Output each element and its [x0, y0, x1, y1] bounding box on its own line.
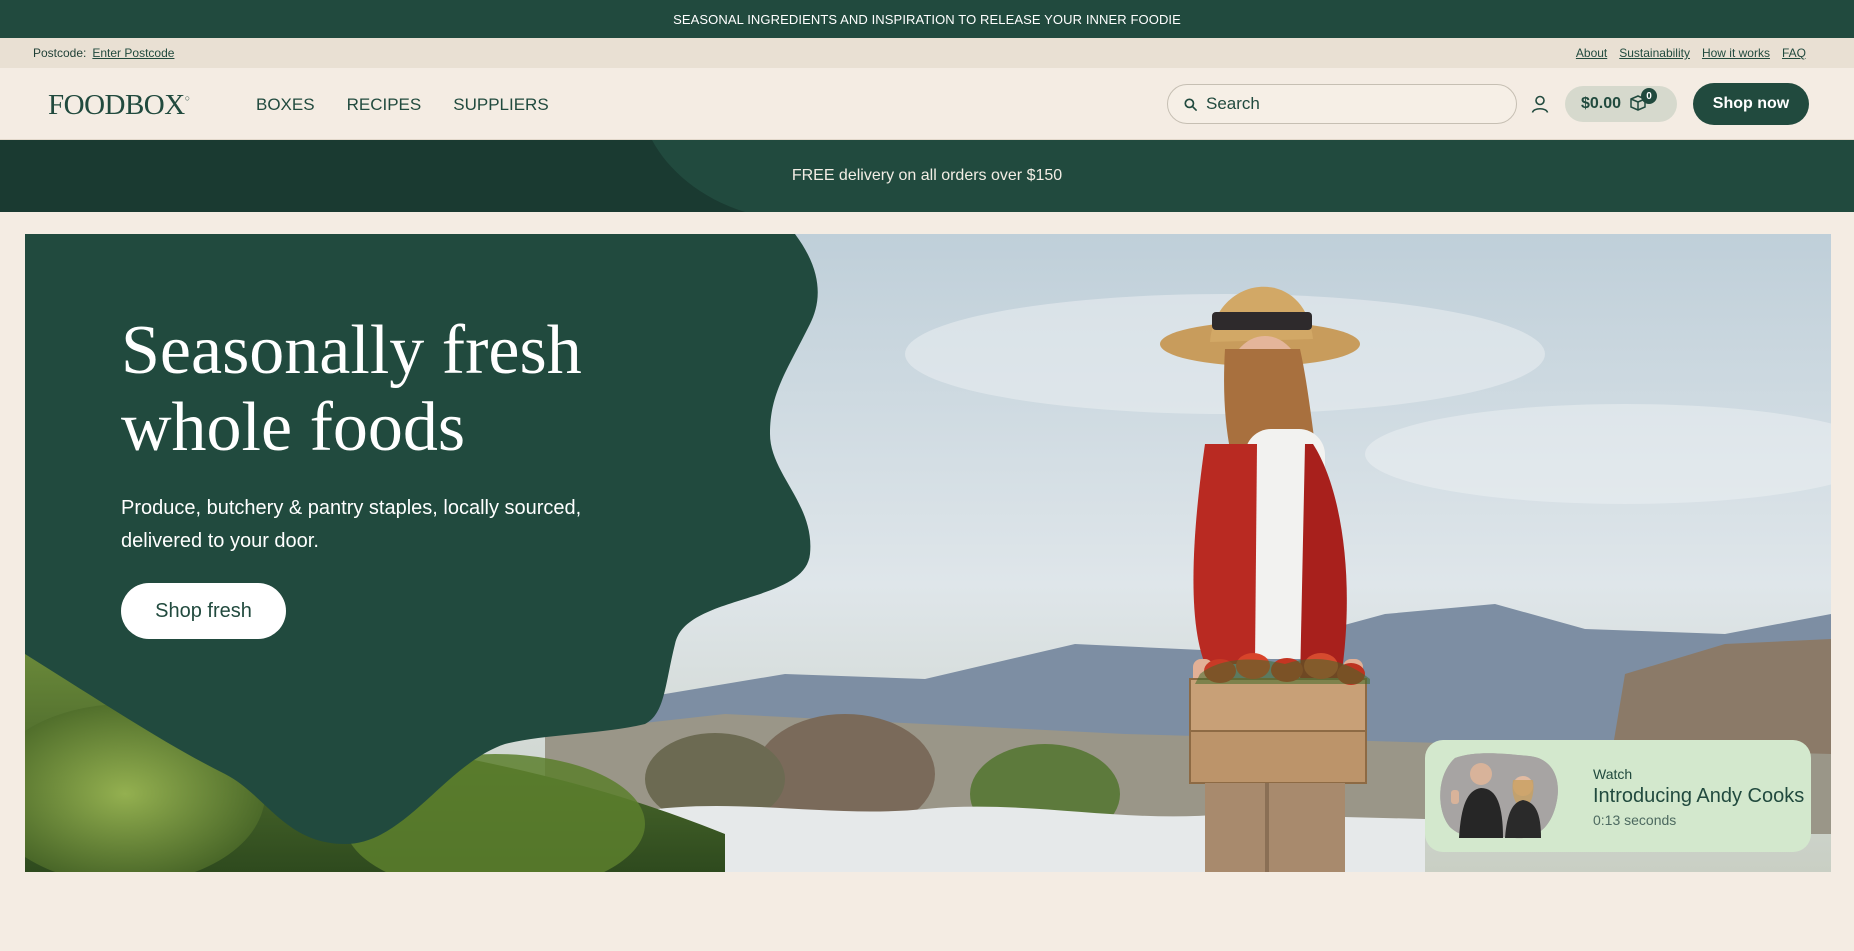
main-navigation: FOODBOX○ BOXES RECIPES SUPPLIERS $0.00 0… — [0, 68, 1854, 140]
hero-subtitle-line-2: delivered to your door. — [121, 530, 319, 552]
cart-count-badge: 0 — [1641, 88, 1658, 104]
announcement-text: SEASONAL INGREDIENTS AND INSPIRATION TO … — [673, 11, 1181, 27]
cart-total: $0.00 — [1581, 95, 1622, 112]
announcement-bar: SEASONAL INGREDIENTS AND INSPIRATION TO … — [0, 0, 1854, 38]
video-card[interactable]: Watch Introducing Andy Cooks 0:13 second… — [1425, 740, 1811, 852]
hero-title-line-2: whole foods — [121, 389, 466, 466]
video-eyebrow: Watch — [1593, 766, 1633, 782]
cart-button[interactable]: $0.00 0 — [1565, 86, 1677, 122]
shop-fresh-button[interactable]: Shop fresh — [121, 583, 286, 639]
how-it-works-link[interactable]: How it works — [1702, 46, 1770, 60]
enter-postcode-link[interactable]: Enter Postcode — [92, 46, 174, 60]
about-link[interactable]: About — [1576, 46, 1607, 60]
hero-title-line-1: Seasonally fresh — [121, 312, 582, 389]
search-input[interactable] — [1206, 94, 1486, 114]
banner-wave-shape — [0, 140, 745, 212]
video-text: Watch Introducing Andy Cooks 0:13 second… — [1593, 766, 1804, 828]
hero-title: Seasonally fresh whole foods — [121, 312, 681, 466]
faq-link[interactable]: FAQ — [1782, 46, 1806, 60]
account-icon[interactable] — [1530, 94, 1550, 114]
hero-section: Seasonally fresh whole foods Produce, bu… — [25, 234, 1831, 872]
postcode-label: Postcode: — [33, 46, 87, 60]
box-icon: 0 — [1629, 88, 1658, 114]
logo-text: FOODBOX — [48, 89, 185, 121]
hero-subtitle-line-1: Produce, butchery & pantry staples, loca… — [121, 497, 582, 519]
delivery-banner: FREE delivery on all orders over $150 — [0, 140, 1854, 212]
primary-nav: BOXES RECIPES SUPPLIERS — [256, 95, 549, 115]
video-duration: 0:13 seconds — [1593, 812, 1677, 828]
sustainability-link[interactable]: Sustainability — [1619, 46, 1690, 60]
shop-now-button[interactable]: Shop now — [1693, 83, 1809, 125]
video-thumbnail — [1440, 753, 1558, 839]
nav-item-boxes[interactable]: BOXES — [256, 95, 315, 115]
nav-item-recipes[interactable]: RECIPES — [347, 95, 422, 115]
nav-item-suppliers[interactable]: SUPPLIERS — [453, 95, 548, 115]
video-title: Introducing Andy Cooks — [1593, 785, 1805, 807]
foodbox-logo[interactable]: FOODBOX○ — [48, 89, 190, 122]
utility-bar: Postcode: Enter Postcode About Sustainab… — [0, 38, 1854, 68]
search-box[interactable] — [1167, 84, 1517, 124]
search-icon — [1184, 97, 1197, 111]
delivery-banner-text: FREE delivery on all orders over $150 — [791, 167, 1063, 184]
hero-subtitle: Produce, butchery & pantry staples, loca… — [121, 492, 641, 558]
postcode-group: Postcode: Enter Postcode — [33, 46, 174, 60]
utility-links: About Sustainability How it works FAQ — [1576, 46, 1806, 60]
